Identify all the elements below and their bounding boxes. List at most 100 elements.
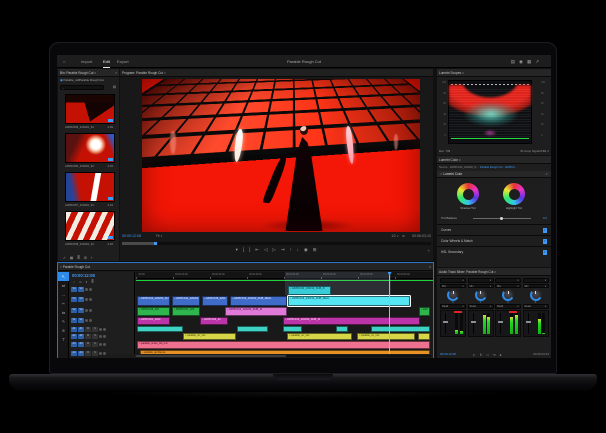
add-marker-icon[interactable]: ▾ [236,247,239,253]
clip-thumbnail[interactable] [65,94,115,124]
solo-button-a3[interactable]: S [92,342,98,347]
timeline-clip[interactable]: ▪ parable_vo_mix [287,333,352,340]
lumetri-fx-header[interactable]: ∨ Lumetri Color ◦ ∨ [437,171,551,178]
lumetri-tab[interactable]: Lumetri Color ≡ [437,156,551,164]
capture-icon[interactable]: ◉ [519,55,523,68]
type-tool[interactable]: T [58,335,69,344]
source-patch-a1[interactable]: A1 [71,327,77,332]
program-tab[interactable]: Program: Parable Rough Cut × [120,69,433,77]
panel-menu-icon[interactable]: ≡ [429,263,431,271]
timeline-clip[interactable]: ▪ A005C048_220 [137,307,170,316]
track-target-v2[interactable]: V2 [78,308,84,313]
volume-fader-thumb[interactable] [471,321,476,324]
stop-icon[interactable]: □ [486,353,488,357]
loop-icon[interactable]: ↻ [480,353,483,357]
track-header-a2[interactable]: A2A2MS [71,334,133,339]
pen-tool[interactable]: ✎ [58,317,69,326]
snap-icon[interactable]: ∩ [73,280,75,284]
timeline-clip[interactable]: ▪ A00 [419,307,430,316]
track-target-a1[interactable]: A1 [78,327,84,332]
output-assign-select[interactable]: ∨ [495,278,521,283]
play-icon[interactable]: ▷ [473,353,476,357]
go-to-in-icon[interactable]: ⇤ [255,247,260,253]
lumetri-section-curves[interactable]: Curves✓ [437,224,551,235]
submix-select[interactable]: Mix∨ [440,284,466,289]
playhead-marker[interactable] [154,242,157,246]
source-patch-v4[interactable]: V4 [71,287,77,292]
solo-button-a4[interactable]: S [92,351,98,356]
track-target-a4[interactable]: A4 [78,351,84,356]
timeline-clip[interactable]: ▪ parable_score_full_mix [137,341,430,349]
chevron-down-icon[interactable]: ∨ [440,172,442,176]
new-bin-icon[interactable]: ⊞ [84,256,87,260]
highlight-tint-wheel[interactable]: Highlight Tint [503,183,525,210]
zoom-level-select[interactable]: Fit ∨ [156,234,163,238]
bin-item[interactable]: A005C069_220201_3U4:29 [65,94,113,131]
track-target-a2[interactable]: A2 [78,334,84,339]
slider-thumb[interactable] [500,217,503,220]
filter-icon[interactable]: ▤ [113,85,116,89]
track-header-v4[interactable]: V4V4 [71,287,133,292]
timeline-clip[interactable] [283,326,302,332]
timeline-clip[interactable]: ▪ A005C013_220202_DUB_M [225,307,287,316]
program-timecode[interactable]: 00:00:12:08 [122,234,141,238]
source-patch-v2[interactable]: V2 [71,308,77,313]
volume-fader-track[interactable] [500,313,501,334]
track-header-a3[interactable]: A3A3MS [71,342,133,347]
timeline-clip[interactable]: ▪ A005C013_220202_DUB_REAL [230,296,287,306]
razor-tool[interactable]: ✂ [58,299,69,308]
timeline-clip[interactable] [371,326,430,332]
output-assign-select[interactable]: ∨ [468,278,494,283]
timeline-settings-icon[interactable]: ≣ [91,280,94,284]
list-view-icon[interactable]: ≣ [77,256,80,260]
selection-tool[interactable]: ↖ [58,272,69,281]
workspaces-icon[interactable]: ▦ [527,55,531,68]
tint-balance-value[interactable]: 0.0 [543,216,547,220]
program-scrubber[interactable] [122,242,431,245]
ripple-edit-tool[interactable]: ↔ [58,290,69,299]
add-button-icon[interactable]: + [428,248,430,253]
mute-button-a1[interactable]: M [85,327,91,332]
track-header-v1[interactable]: V1V1 [71,318,133,323]
shadow-tint-wheel[interactable]: Shadow Tint [457,183,479,210]
hand-tool[interactable]: ⊕ [58,326,69,335]
pan-knob[interactable] [447,289,459,301]
bin-item[interactable]: A005C066_220201_3U4:04 [65,133,113,170]
lift-icon[interactable]: ↑ [289,247,292,252]
timeline-scrollbar[interactable] [136,355,431,357]
source-patch-v1[interactable]: V1 [71,318,77,323]
track-target-v4[interactable]: V4 [78,287,84,292]
bin-tab[interactable]: Bin: Parable Rough Cut ≡ » [58,69,119,77]
volume-fader-track[interactable] [473,313,474,334]
volume-fader-thumb[interactable] [443,321,448,324]
panel-menu-icon[interactable]: ≡ [462,71,464,75]
mixer-tab[interactable]: Audio Track Mixer: Parable Rough Cut ≡ [437,268,551,276]
volume-fader-track[interactable] [528,313,529,334]
track-header-a4[interactable]: A4A4MS [71,351,133,356]
source-patch-a4[interactable]: A4 [71,351,77,356]
icon-view-icon[interactable]: ▦ [70,256,73,260]
timeline-clip[interactable] [336,326,348,332]
mute-button-a2[interactable]: M [85,334,91,339]
playback-resolution-select[interactable]: 1/2 ∨ [391,234,399,238]
track-header-v2[interactable]: V2V2 [71,308,133,313]
solo-button-a1[interactable]: S [92,327,98,332]
panel-menu-icon[interactable]: ≡ [459,158,461,162]
track-header-v3[interactable]: V3V3 [71,297,133,302]
play-in-out-icon[interactable]: ⇥ [493,353,496,357]
linked-selection-icon[interactable]: ∞ [79,280,81,284]
timeline-clip[interactable]: ▪ A005C013_230212_DUB_REAL [288,296,410,306]
add-marker-icon[interactable]: ▾ [86,280,88,284]
timeline-clip[interactable]: ▪ parable_vo_mix [357,333,415,340]
settings-wrench-icon[interactable]: ⚙ [402,234,405,238]
volume-fader-thumb[interactable] [526,321,531,324]
timeline-clip[interactable]: ▪ A005C015_2202 [202,296,228,306]
section-checkbox[interactable]: ✓ [543,228,548,233]
new-item-icon[interactable]: + [91,256,93,260]
automation-mode-select[interactable]: Read∨ [468,304,494,309]
timeline-clip[interactable]: ▪ A005C013_220202_DU [137,296,170,306]
track-target-v1[interactable]: V1 [78,318,84,323]
timeline-clip[interactable]: ▪ B005C047_220 [172,307,200,316]
wrench-icon[interactable]: ⚙ [520,149,523,153]
timeline-clip[interactable]: ▪ A005C021_2202 [137,317,170,325]
